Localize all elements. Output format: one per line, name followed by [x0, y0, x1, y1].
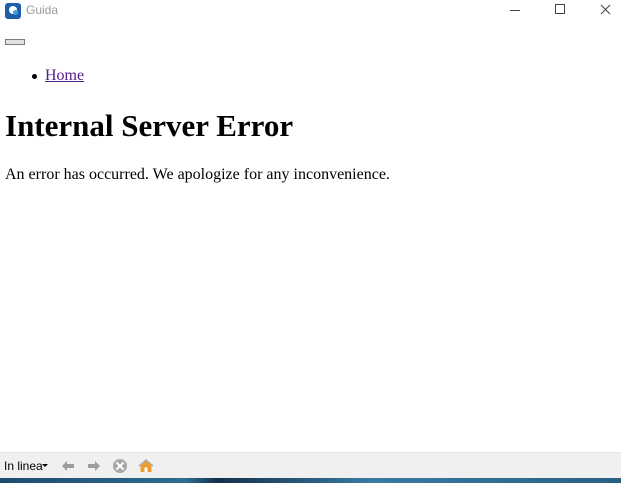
- title-bar[interactable]: Guida: [0, 0, 621, 22]
- home-link[interactable]: Home: [45, 66, 84, 86]
- minimize-button[interactable]: [492, 0, 538, 22]
- app-icon: [5, 3, 21, 19]
- mode-select[interactable]: In linea: [4, 458, 43, 474]
- page-title: Internal Server Error: [5, 108, 294, 143]
- window-title: Guida: [26, 3, 59, 17]
- nav-toggle-button[interactable]: [5, 39, 25, 45]
- bullet-icon: [32, 74, 37, 79]
- stop-icon[interactable]: [111, 457, 129, 475]
- forward-arrow-icon[interactable]: [85, 457, 103, 475]
- close-button[interactable]: [582, 0, 621, 22]
- maximize-button[interactable]: [537, 0, 583, 22]
- taskbar-strip: [0, 478, 621, 483]
- chevron-down-icon[interactable]: [42, 464, 48, 467]
- error-message: An error has occurred. We apologize for …: [5, 166, 390, 183]
- page-content: Home Internal Server Error An error has …: [0, 22, 621, 452]
- home-icon[interactable]: [137, 457, 155, 475]
- help-window: Guida Home Internal Server Error An erro…: [0, 0, 621, 483]
- back-arrow-icon[interactable]: [59, 457, 77, 475]
- bottom-toolbar: In linea: [0, 452, 621, 478]
